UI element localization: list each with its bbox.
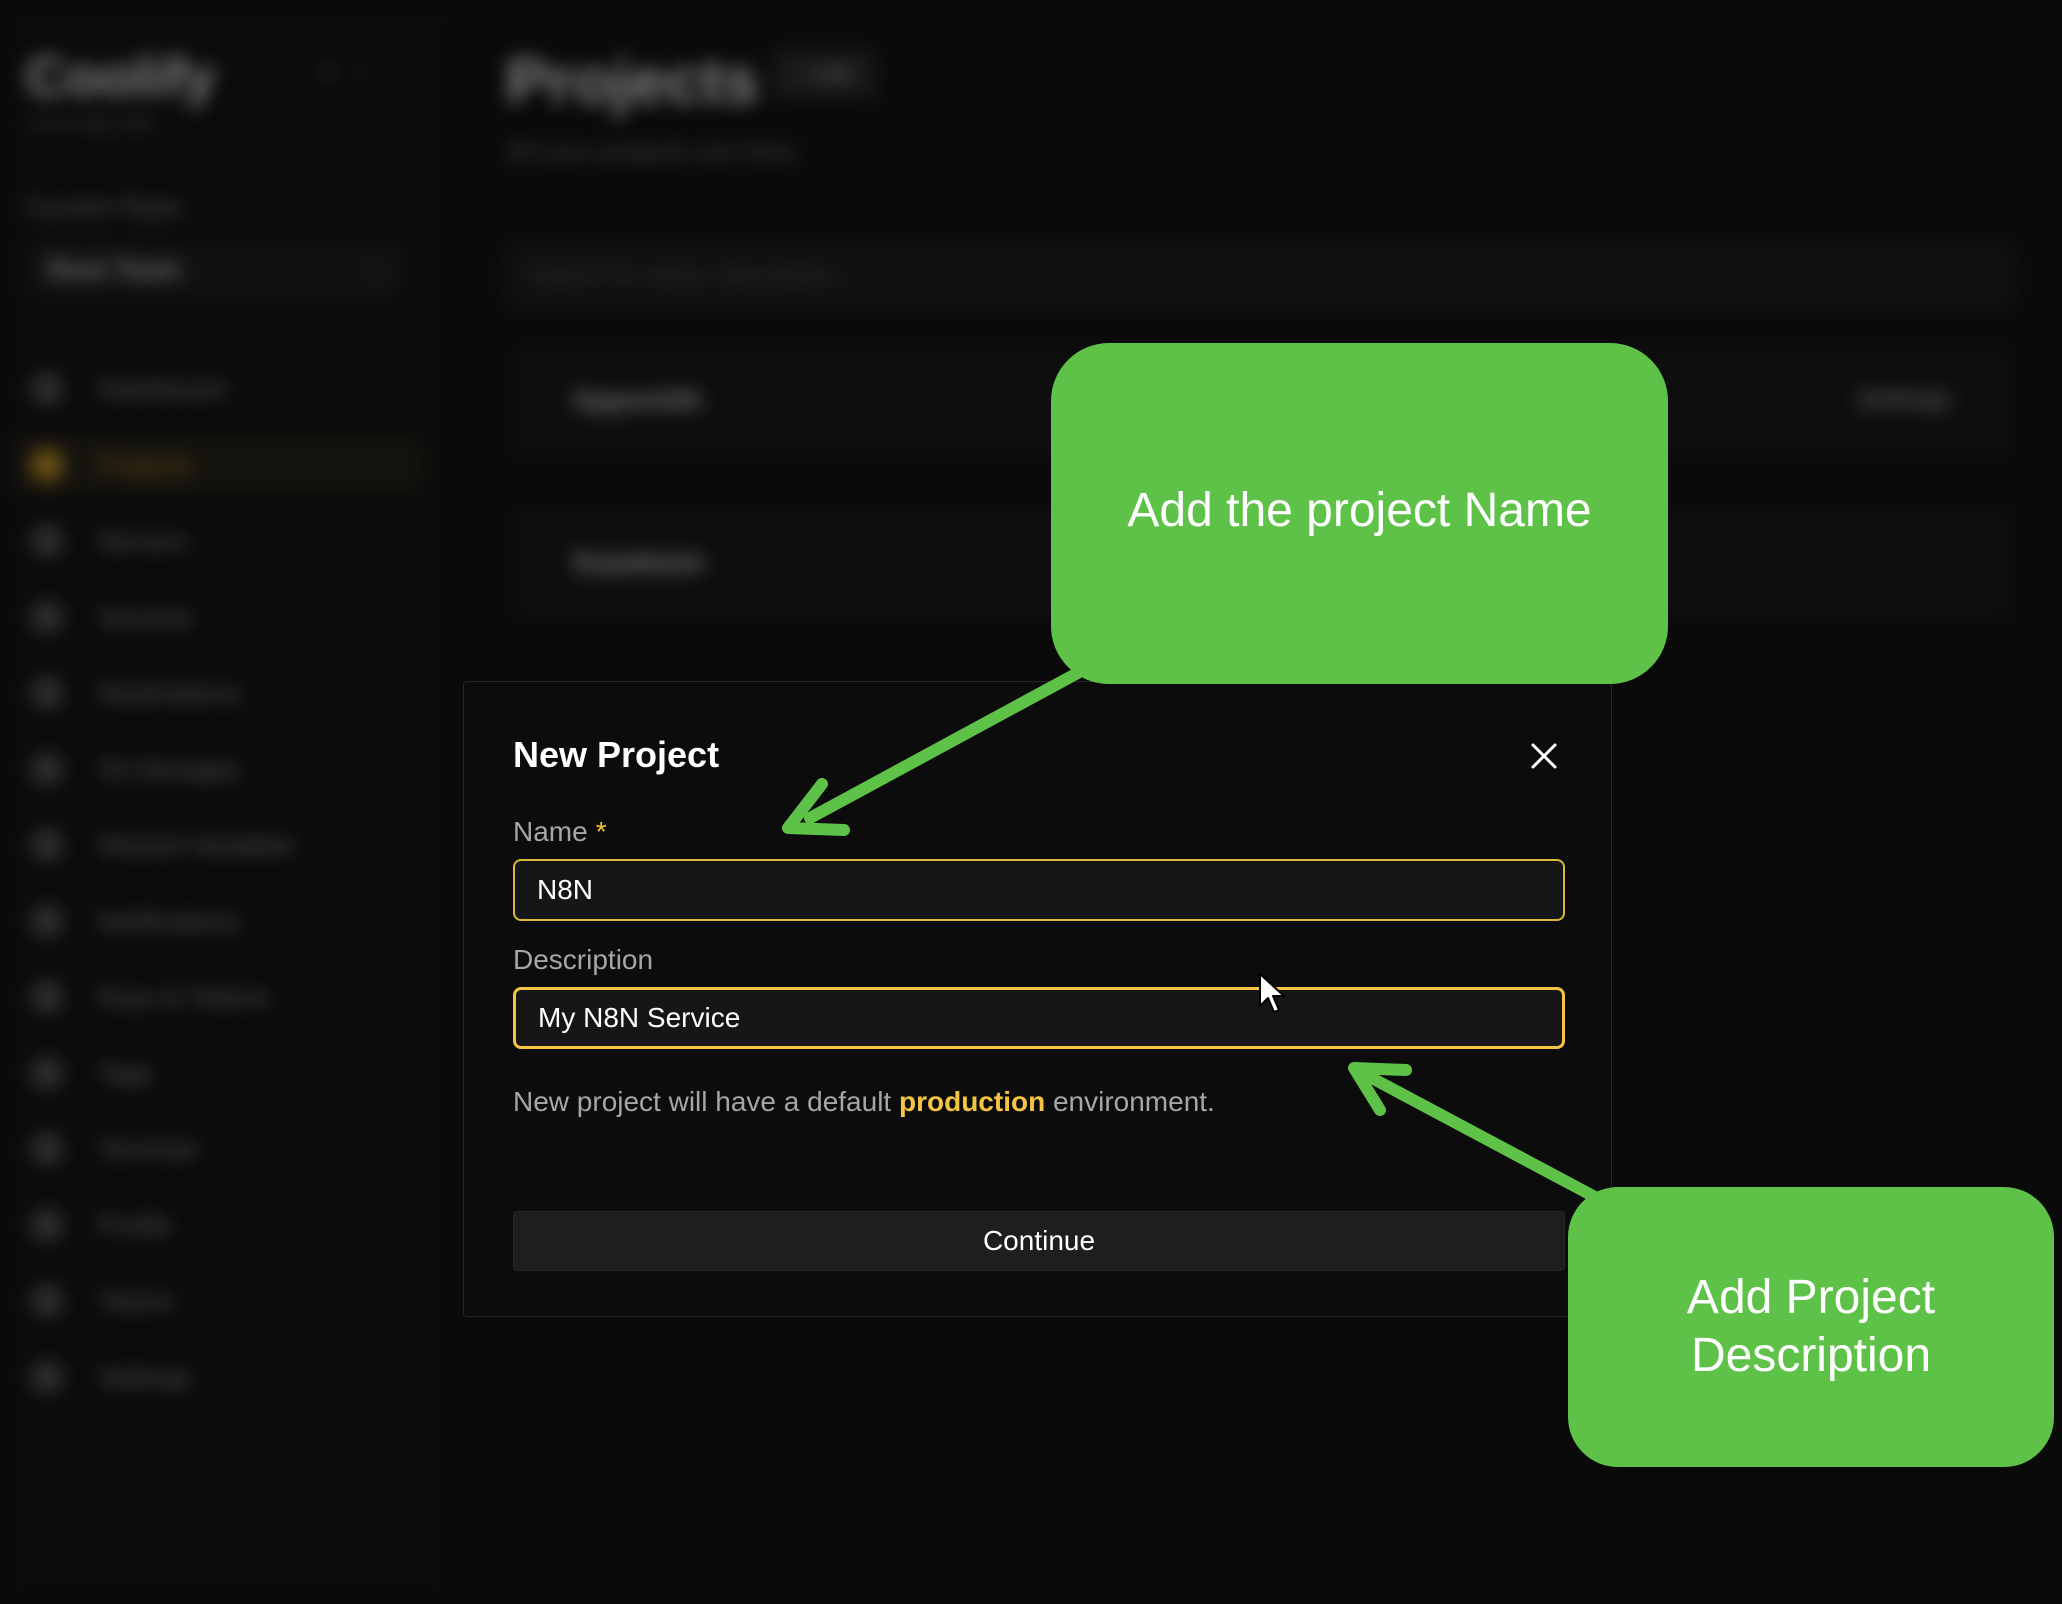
sidebar-item-label: Terminal bbox=[98, 1134, 197, 1164]
sidebar-item-destinations[interactable]: Destinations bbox=[14, 662, 424, 722]
sidebar-item-servers[interactable]: Servers bbox=[14, 510, 424, 570]
description-annotation-callout: Add Project Description bbox=[1568, 1187, 2054, 1467]
nav-icon bbox=[30, 1132, 64, 1166]
nav-icon bbox=[30, 524, 64, 558]
sidebar-item-dashboard[interactable]: Dashboard bbox=[14, 358, 424, 418]
sidebar-item-label: Notifications bbox=[98, 906, 240, 936]
theme-icon[interactable]: ◐ bbox=[322, 56, 358, 89]
project-name: Appsmith bbox=[572, 384, 702, 415]
sidebar: Coolify v4.0.0-beta.360 ◐‹ Current Team … bbox=[0, 0, 451, 1604]
project-name: Supabase bbox=[572, 546, 705, 577]
collapse-icon[interactable]: ‹ bbox=[358, 56, 386, 89]
project-settings-link[interactable]: Settings bbox=[1857, 386, 1952, 414]
helper-environment-highlight: production bbox=[898, 1086, 1046, 1117]
sidebar-item-label: S3 Storages bbox=[98, 754, 242, 784]
nav-icon bbox=[30, 600, 64, 634]
add-project-button[interactable]: + Add bbox=[770, 48, 878, 100]
sidebar-item-tags[interactable]: Tags bbox=[14, 1042, 424, 1102]
sidebar-item-notifications[interactable]: Notifications bbox=[14, 890, 424, 950]
nav-icon bbox=[30, 1360, 64, 1394]
nav-icon bbox=[30, 448, 64, 482]
sidebar-item-label: Keys & Tokens bbox=[98, 982, 270, 1012]
sidebar-item-keys-tokens[interactable]: Keys & Tokens bbox=[14, 966, 424, 1026]
sidebar-item-label: Destinations bbox=[98, 678, 242, 708]
sidebar-item-label: Profile bbox=[98, 1210, 172, 1240]
page: Coolify v4.0.0-beta.360 ◐‹ Current Team … bbox=[0, 0, 2062, 1604]
project-search-input[interactable]: Search for name, description... bbox=[500, 240, 2020, 312]
helper-suffix: environment. bbox=[1045, 1086, 1215, 1117]
new-project-modal: New Project Name* Description New projec… bbox=[463, 681, 1612, 1317]
nav-icon bbox=[30, 752, 64, 786]
sidebar-item-settings[interactable]: Settings bbox=[14, 1346, 424, 1406]
required-indicator: * bbox=[595, 816, 607, 847]
mouse-pointer-icon bbox=[1259, 973, 1285, 1013]
nav-icon bbox=[30, 828, 64, 862]
page-subtitle: All your projects are here. bbox=[506, 136, 803, 166]
team-select[interactable]: Root Team ⌄ bbox=[26, 240, 404, 298]
description-input[interactable] bbox=[513, 987, 1565, 1049]
sidebar-item-terminal[interactable]: Terminal bbox=[14, 1118, 424, 1178]
nav-icon bbox=[30, 980, 64, 1014]
helper-prefix: New project will have a default bbox=[513, 1086, 899, 1117]
sidebar-nav: Dashboard Projects Servers Sources Destinati… bbox=[14, 358, 424, 1422]
sidebar-item-label: Projects bbox=[98, 450, 192, 480]
environment-helper-text: New project will have a default producti… bbox=[513, 1086, 1215, 1118]
sidebar-item-shared-variables[interactable]: Shared Variables bbox=[14, 814, 424, 874]
brand-version: v4.0.0-beta.360 bbox=[28, 114, 154, 134]
sidebar-item-label: Servers bbox=[98, 526, 188, 556]
name-label-text: Name bbox=[513, 816, 588, 847]
chevron-down-icon: ⌄ bbox=[365, 253, 386, 280]
description-label: Description bbox=[513, 944, 654, 975]
sidebar-item-sources[interactable]: Sources bbox=[14, 586, 424, 646]
nav-icon bbox=[30, 904, 64, 938]
sidebar-item-projects[interactable]: Projects bbox=[14, 434, 424, 494]
sidebar-item-label: Tags bbox=[98, 1058, 153, 1088]
sidebar-item-s3-storages[interactable]: S3 Storages bbox=[14, 738, 424, 798]
nav-icon bbox=[30, 1284, 64, 1318]
close-button[interactable] bbox=[1524, 736, 1564, 776]
sidebar-item-profile[interactable]: Profile bbox=[14, 1194, 424, 1254]
team-label: Current Team bbox=[26, 192, 184, 222]
sidebar-item-label: Dashboard bbox=[98, 374, 226, 404]
sidebar-item-label: Settings bbox=[98, 1362, 192, 1392]
name-input[interactable] bbox=[513, 859, 1565, 921]
name-label: Name * bbox=[513, 816, 607, 848]
nav-icon bbox=[30, 676, 64, 710]
team-select-value: Root Team bbox=[48, 254, 181, 284]
nav-icon bbox=[30, 1056, 64, 1090]
close-icon bbox=[1531, 743, 1557, 769]
nav-icon bbox=[30, 1208, 64, 1242]
sidebar-item-label: Shared Variables bbox=[98, 830, 296, 860]
nav-icon bbox=[30, 372, 64, 406]
sidebar-item-label: Teams bbox=[98, 1286, 175, 1316]
sidebar-item-label: Sources bbox=[98, 602, 194, 632]
sidebar-item-teams[interactable]: Teams bbox=[14, 1270, 424, 1330]
page-title: Projects bbox=[506, 45, 759, 117]
brand-logo: Coolify bbox=[26, 45, 216, 108]
name-annotation-callout: Add the project Name bbox=[1051, 343, 1668, 684]
search-placeholder: Search for name, description... bbox=[528, 262, 855, 289]
continue-button[interactable]: Continue bbox=[513, 1211, 1565, 1271]
modal-title: New Project bbox=[513, 734, 720, 775]
sidebar-header-icons: ◐‹ bbox=[322, 56, 386, 90]
